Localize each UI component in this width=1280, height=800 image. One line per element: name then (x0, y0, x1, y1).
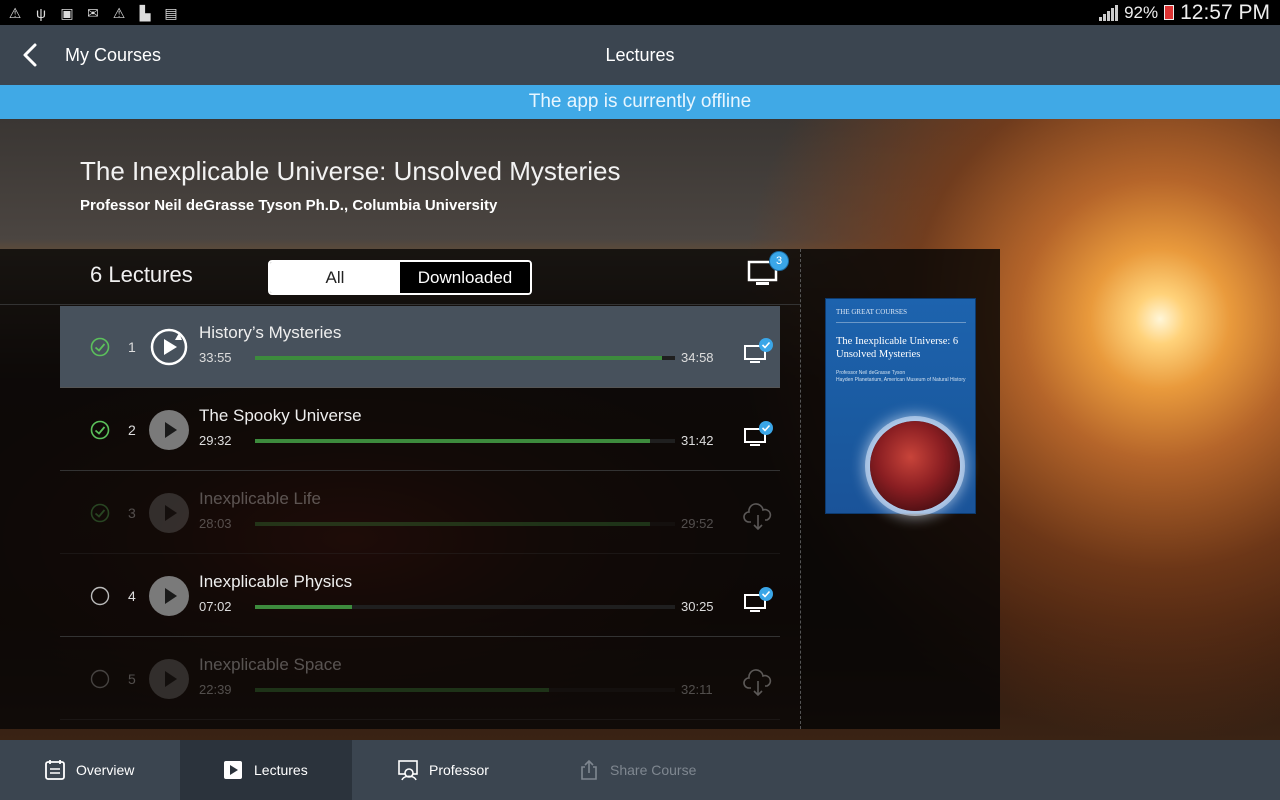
back-to-my-courses[interactable]: My Courses (65, 45, 161, 66)
downloaded-monitor-icon[interactable] (742, 336, 776, 366)
lecture-duration: 29:52 (681, 516, 714, 531)
cloud-download-icon[interactable] (742, 668, 776, 698)
lecture-number: 1 (128, 339, 136, 355)
lecture-progress-fill (255, 439, 650, 443)
course-title: The Inexplicable Universe: Unsolved Myst… (80, 156, 621, 186)
cover-title: The Inexplicable Universe: 6 Unsolved My… (836, 336, 959, 360)
lecture-elapsed: 28:03 (199, 516, 232, 531)
sim-icon: ▤ (164, 4, 178, 21)
lecture-progress-fill (255, 522, 650, 526)
lecture-elapsed: 07:02 (199, 599, 232, 614)
tab-share-course-label: Share Course (610, 762, 697, 778)
watched-check-icon (90, 503, 110, 523)
bottom-navigation: Overview Lectures Professor Share Course (0, 740, 1280, 800)
back-arrow-icon[interactable] (18, 41, 44, 69)
play-icon[interactable] (149, 576, 189, 616)
lecture-progress-bar (255, 439, 675, 443)
cover-author-affiliation: Hayden Planetarium, American Museum of N… (836, 377, 966, 383)
lecture-title: Inexplicable Physics (199, 572, 353, 591)
lecture-progress-bar (255, 688, 675, 692)
lecture-duration: 31:42 (681, 433, 714, 448)
tab-overview-label: Overview (76, 762, 135, 778)
cover-brand: THE GREAT COURSES (836, 308, 908, 316)
clock: 12:57 PM (1180, 0, 1270, 24)
lecture-number: 2 (128, 422, 136, 438)
lecture-progress-fill (255, 356, 662, 360)
share-icon (581, 759, 597, 780)
lecture-count: 6 Lectures (90, 262, 193, 287)
lecture-number: 3 (128, 505, 136, 521)
downloaded-monitor-icon[interactable] (742, 585, 776, 615)
lecture-duration: 32:11 (681, 682, 713, 697)
lecture-row[interactable]: 4 Inexplicable Physics 07:02 30:25 (60, 555, 780, 637)
image-icon: ▣ (60, 4, 74, 21)
status-bar: ⚠ ψ ▣ ✉ ⚠ ▙ ▤ 92% 12:57 PM (0, 0, 1280, 25)
lecture-duration: 34:58 (681, 350, 714, 365)
cover-planet-image (870, 421, 960, 511)
replay-icon[interactable] (149, 327, 189, 367)
warning-icon: ⚠ (112, 4, 126, 21)
lecture-number: 5 (128, 671, 136, 687)
warning-icon: ⚠ (8, 4, 22, 21)
course-professor: Professor Neil deGrasse Tyson Ph.D., Col… (80, 197, 498, 214)
battery-icon (1164, 5, 1175, 20)
lecture-duration: 30:25 (681, 599, 714, 614)
tab-share-course[interactable]: Share Course (578, 740, 696, 800)
play-icon[interactable] (149, 410, 189, 450)
professor-icon (398, 760, 418, 781)
play-square-icon (224, 761, 242, 779)
lecture-title: Inexplicable Life (199, 489, 321, 508)
tab-lectures-label: Lectures (254, 762, 308, 778)
divider (0, 304, 800, 305)
usb-icon: ψ (36, 4, 46, 21)
lecture-title: Inexplicable Space (199, 655, 342, 674)
tab-professor[interactable]: Professor (397, 740, 489, 800)
filter-all-button[interactable]: All (270, 262, 400, 293)
lecture-row[interactable]: 2 The Spooky Universe 29:32 31:42 (60, 389, 780, 471)
lecture-elapsed: 22:39 (199, 682, 232, 697)
lecture-number: 4 (128, 588, 136, 604)
filter-downloaded-button[interactable]: Downloaded (400, 262, 530, 293)
lecture-progress-bar (255, 356, 675, 360)
page-title: Lectures (605, 45, 675, 65)
play-icon[interactable] (149, 659, 189, 699)
course-cover-image[interactable]: THE GREAT COURSES The Inexplicable Unive… (825, 298, 976, 514)
cloud-download-icon[interactable] (742, 502, 776, 532)
watched-check-icon (90, 337, 110, 357)
battery-percent: 92% (1124, 2, 1159, 22)
mail-icon: ✉ (87, 4, 99, 21)
tab-overview[interactable]: Overview (44, 740, 134, 800)
offline-banner: The app is currently offline (0, 85, 1280, 119)
tab-lectures[interactable]: Lectures (180, 740, 352, 800)
lecture-elapsed: 33:55 (199, 350, 232, 365)
lecture-filter-toggle: All Downloaded (268, 260, 532, 295)
notification-icons: ⚠ ψ ▣ ✉ ⚠ ▙ ▤ (6, 5, 180, 21)
tab-professor-label: Professor (429, 762, 489, 778)
lecture-row[interactable]: 1 History’s Mysteries 33:55 34:58 (60, 306, 780, 388)
flipboard-icon: ▙ (139, 4, 151, 21)
lecture-row[interactable]: 5 Inexplicable Space 22:39 32:11 (60, 638, 780, 720)
lecture-row[interactable]: 3 Inexplicable Life 28:03 29:52 (60, 472, 780, 554)
cover-rule (836, 322, 966, 323)
unwatched-circle-icon (90, 669, 110, 689)
calendar-icon (45, 760, 65, 780)
lecture-elapsed: 29:32 (199, 433, 232, 448)
lecture-progress-fill (255, 688, 549, 692)
watched-check-icon (90, 420, 110, 440)
download-queue-badge: 3 (769, 251, 789, 271)
signal-icon (1099, 4, 1119, 21)
lecture-progress-bar (255, 522, 675, 526)
cover-author-name: Professor Neil deGrasse Tyson (836, 370, 906, 376)
lecture-progress-fill (255, 605, 352, 609)
downloaded-monitor-icon[interactable] (742, 419, 776, 449)
lecture-title: The Spooky Universe (199, 406, 362, 425)
app-bar: My Courses Lectures (0, 25, 1280, 85)
play-icon[interactable] (149, 493, 189, 533)
lecture-progress-bar (255, 605, 675, 609)
lecture-title: History’s Mysteries (199, 323, 342, 342)
unwatched-circle-icon (90, 586, 110, 606)
cover-author: Professor Neil deGrasse Tyson Hayden Pla… (836, 370, 971, 384)
